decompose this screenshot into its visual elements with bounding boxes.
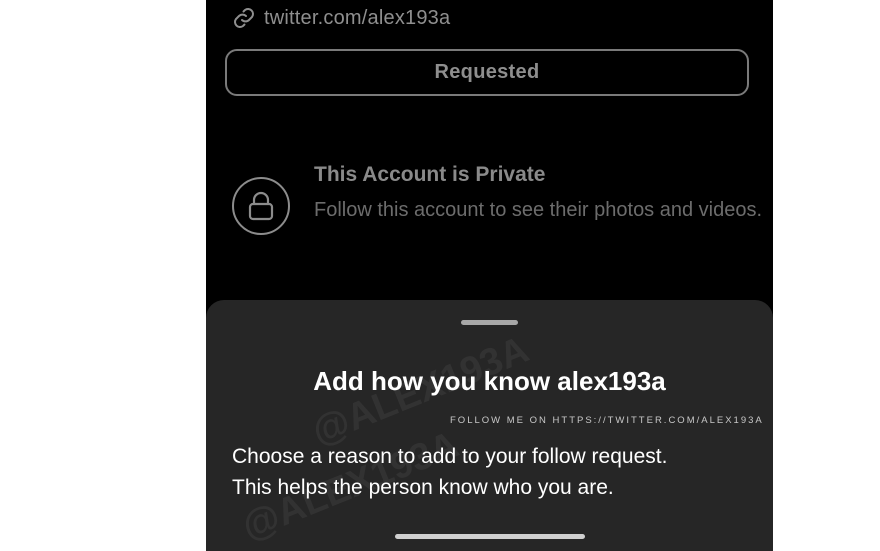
profile-link-text[interactable]: twitter.com/alex193a (264, 7, 450, 30)
sheet-description: Choose a reason to add to your follow re… (232, 441, 752, 503)
private-account-title: This Account is Private (314, 163, 546, 186)
requested-button[interactable]: Requested (225, 49, 749, 96)
private-account-description: Follow this account to see their photos … (314, 199, 763, 221)
profile-link[interactable]: twitter.com/alex193a (232, 4, 450, 32)
private-lock-badge (232, 177, 290, 235)
add-reason-bottom-sheet: @ALEX193A @ALEX193A Add how you know ale… (206, 300, 773, 551)
home-indicator[interactable] (395, 534, 585, 539)
watermark-ribbon: FOLLOW ME ON HTTPS://TWITTER.COM/ALEX193… (450, 415, 764, 426)
link-icon (234, 8, 254, 28)
sheet-description-line-2: This helps the person know who you are. (232, 476, 614, 499)
phone-screen: twitter.com/alex193a Requested This Acco… (206, 0, 773, 551)
sheet-grabber-handle[interactable] (461, 320, 518, 325)
sheet-description-line-1: Choose a reason to add to your follow re… (232, 445, 668, 468)
lock-icon (248, 191, 274, 221)
sheet-title: Add how you know alex193a (313, 366, 666, 396)
